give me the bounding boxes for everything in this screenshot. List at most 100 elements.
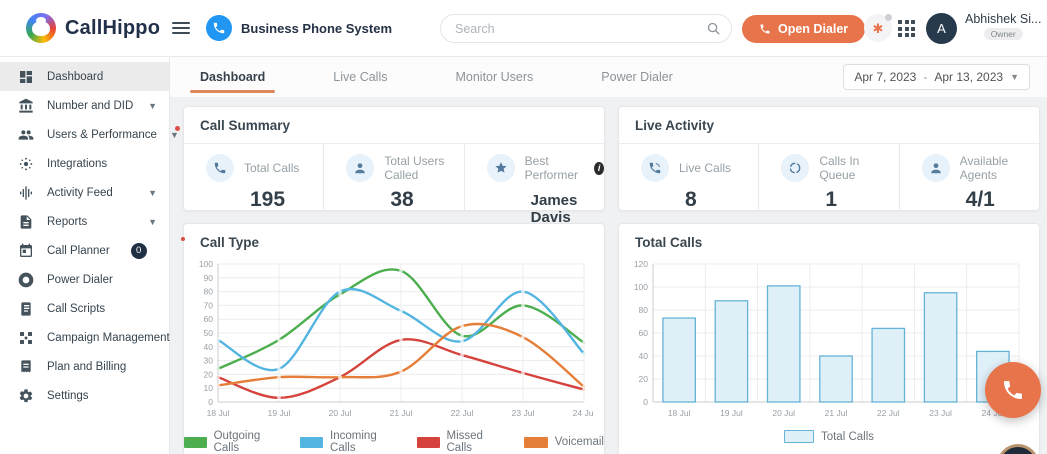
main-area: Dashboard Live Calls Monitor Users Power Di… bbox=[170, 57, 1047, 454]
users-icon bbox=[18, 127, 34, 143]
legend-label: Voicemail bbox=[555, 436, 604, 448]
chevron-down-icon: ▼ bbox=[148, 217, 157, 227]
sidebar-item-label: Call Planner bbox=[47, 245, 110, 257]
total-calls-legend: Total Calls bbox=[619, 427, 1039, 451]
bar-23-jul[interactable] bbox=[924, 293, 956, 402]
floating-dialer-button[interactable] bbox=[985, 362, 1041, 418]
chart-title: Call Type bbox=[200, 235, 259, 250]
calendar-icon bbox=[18, 243, 34, 259]
search-bar bbox=[440, 14, 732, 43]
svg-text:23 Jul: 23 Jul bbox=[929, 408, 952, 418]
call-type-line-chart: 010203040506070809010018 Jul19 Jul20 Jul… bbox=[190, 256, 594, 422]
tab-power-dialer[interactable]: Power Dialer bbox=[596, 57, 678, 97]
svg-text:22 Jul: 22 Jul bbox=[451, 408, 474, 418]
svg-text:20 Jul: 20 Jul bbox=[772, 408, 795, 418]
stat-total-users-called: Total Users Called 38 bbox=[323, 144, 463, 210]
stat-label: Total Users Called bbox=[384, 154, 463, 182]
sidebar-item-label: Campaign Management bbox=[47, 332, 170, 344]
svg-text:0: 0 bbox=[643, 397, 648, 407]
bar-18-jul[interactable] bbox=[663, 318, 695, 402]
sidebar-item-dashboard[interactable]: Dashboard bbox=[0, 62, 169, 91]
svg-text:21 Jul: 21 Jul bbox=[390, 408, 413, 418]
stat-label: Best Performer bbox=[525, 154, 585, 182]
search-input[interactable] bbox=[440, 14, 732, 43]
sidebar-item-settings[interactable]: Settings bbox=[0, 381, 169, 410]
notification-dot bbox=[885, 14, 892, 21]
stat-value: 38 bbox=[390, 188, 463, 212]
svg-text:100: 100 bbox=[634, 282, 648, 292]
svg-text:100: 100 bbox=[199, 259, 213, 269]
legend-swatch bbox=[300, 437, 323, 448]
legend-item-missed-calls[interactable]: Missed Calls bbox=[417, 430, 508, 454]
call-type-card: Call Type 010203040506070809010018 Jul19… bbox=[183, 223, 605, 454]
sidebar-item-activity-feed[interactable]: Activity Feed▼ bbox=[0, 178, 169, 207]
sidebar-item-integrations[interactable]: Integrations bbox=[0, 149, 169, 178]
tab-dashboard[interactable]: Dashboard bbox=[195, 57, 270, 97]
open-dialer-button[interactable]: Open Dialer bbox=[742, 15, 865, 43]
svg-text:24 Jul: 24 Jul bbox=[573, 408, 594, 418]
report-icon bbox=[18, 214, 34, 230]
search-icon[interactable] bbox=[706, 21, 721, 36]
profile-menu[interactable]: A Abhishek Si... Owner ▼ bbox=[926, 12, 1047, 44]
legend-label: Outgoing Calls bbox=[214, 430, 285, 454]
notifications-button[interactable]: ✱ bbox=[864, 14, 892, 42]
tab-live-calls[interactable]: Live Calls bbox=[328, 57, 392, 97]
legend-item-total-calls[interactable]: Total Calls bbox=[784, 430, 874, 443]
svg-text:90: 90 bbox=[204, 273, 214, 283]
product-switcher[interactable]: Business Phone System bbox=[206, 15, 392, 41]
bar-20-jul[interactable] bbox=[768, 286, 800, 402]
sidebar-item-reports[interactable]: Reports ▼ bbox=[0, 207, 169, 236]
legend-item-incoming-calls[interactable]: Incoming Calls bbox=[300, 430, 400, 454]
sidebar-item-campaign-management[interactable]: Campaign Management bbox=[0, 323, 169, 352]
svg-text:50: 50 bbox=[204, 328, 214, 338]
integrations-icon bbox=[18, 156, 34, 172]
sidebar-item-users-performance[interactable]: Users & Performance▼ bbox=[0, 120, 169, 149]
apps-grid-icon[interactable] bbox=[898, 20, 915, 37]
bar-21-jul[interactable] bbox=[820, 356, 852, 402]
legend-item-outgoing-calls[interactable]: Outgoing Calls bbox=[184, 430, 284, 454]
call-type-legend: Outgoing Calls Incoming Calls Missed Calls… bbox=[184, 427, 604, 454]
sidebar-item-call-planner[interactable]: Call Planner 0 bbox=[0, 236, 169, 265]
person-icon bbox=[922, 154, 950, 182]
svg-text:70: 70 bbox=[204, 300, 214, 310]
sidebar-item-power-dialer[interactable]: Power Dialer bbox=[0, 265, 169, 294]
call-summary-stats: Total Calls195Total Users Called38Best P… bbox=[184, 144, 604, 210]
activity-icon bbox=[18, 185, 34, 201]
bar-22-jul[interactable] bbox=[872, 328, 904, 402]
script-icon bbox=[18, 301, 34, 317]
live-call-icon bbox=[641, 154, 669, 182]
svg-text:20: 20 bbox=[639, 374, 649, 384]
chevron-down-icon: ▼ bbox=[170, 130, 179, 140]
top-header: CallHippo Business Phone System Open Dia… bbox=[0, 0, 1047, 57]
legend-item-voicemail[interactable]: Voicemail bbox=[524, 436, 604, 448]
count-badge: 0 bbox=[131, 243, 147, 259]
notification-red-dot bbox=[175, 126, 180, 131]
queue-icon bbox=[781, 154, 809, 182]
stat-value: 4/1 bbox=[966, 188, 1039, 212]
sidebar: DashboardNumber and DID▼Users & Performa… bbox=[0, 57, 170, 454]
sidebar-item-number-and-did[interactable]: Number and DID▼ bbox=[0, 91, 169, 120]
campaign-icon bbox=[18, 330, 34, 346]
stat-live-calls: Live Calls8 bbox=[619, 144, 758, 210]
sidebar-item-plan-and-billing[interactable]: Plan and Billing bbox=[0, 352, 169, 381]
product-label: Business Phone System bbox=[241, 21, 392, 36]
legend-label: Total Calls bbox=[821, 431, 874, 443]
date-end: Apr 13, 2023 bbox=[934, 70, 1003, 84]
dashboard-icon bbox=[18, 69, 34, 85]
bar-19-jul[interactable] bbox=[715, 301, 747, 402]
sidebar-item-label: Reports bbox=[47, 216, 87, 228]
legend-swatch bbox=[784, 430, 814, 443]
menu-toggle-icon[interactable] bbox=[172, 22, 190, 34]
card-title: Call Summary bbox=[200, 118, 290, 133]
chevron-down-icon: ▼ bbox=[1010, 72, 1019, 82]
brand[interactable]: CallHippo bbox=[0, 13, 170, 43]
info-icon[interactable]: i bbox=[594, 162, 604, 175]
svg-text:22 Jul: 22 Jul bbox=[877, 408, 900, 418]
svg-text:23 Jul: 23 Jul bbox=[512, 408, 535, 418]
legend-swatch bbox=[417, 437, 440, 448]
tab-monitor-users[interactable]: Monitor Users bbox=[450, 57, 538, 97]
legend-swatch bbox=[524, 437, 548, 448]
stat-available-agents: Available Agents4/1 bbox=[899, 144, 1039, 210]
date-range-picker[interactable]: Apr 7, 2023 - Apr 13, 2023 ▼ bbox=[843, 64, 1030, 90]
sidebar-item-call-scripts[interactable]: Call Scripts bbox=[0, 294, 169, 323]
